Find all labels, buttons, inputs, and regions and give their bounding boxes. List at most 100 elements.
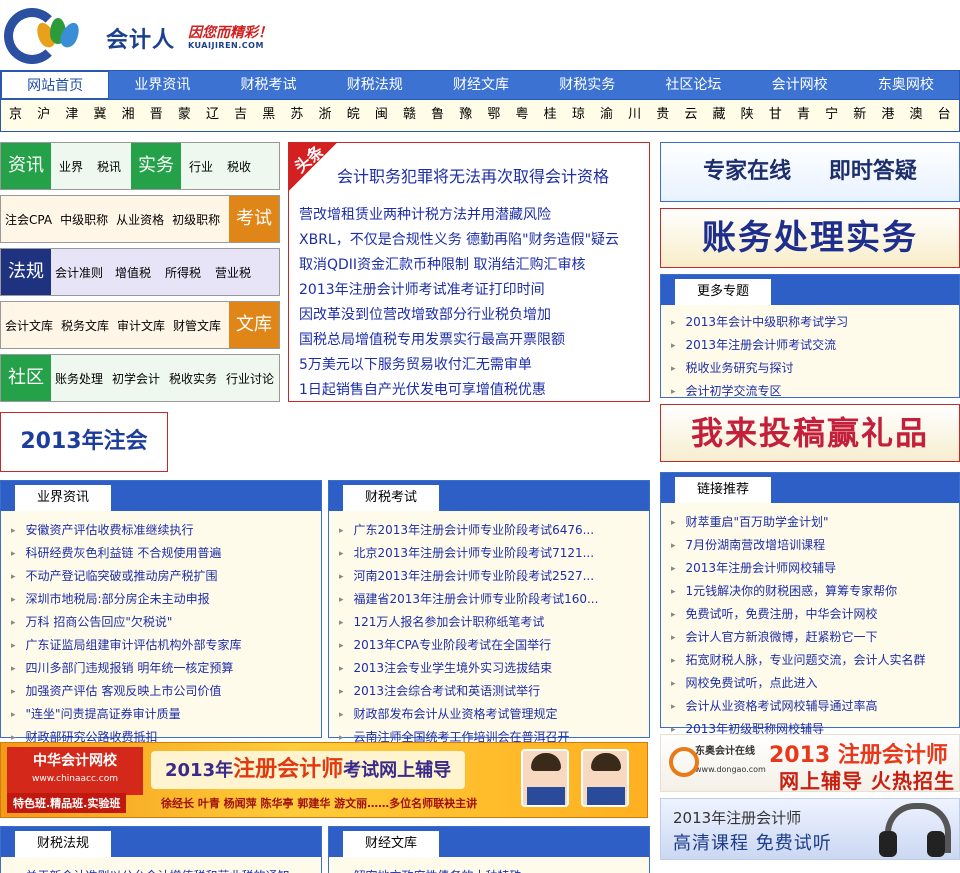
category-head-law[interactable]: 法规 [1,249,51,295]
region-link[interactable]: 赣 [403,100,416,131]
region-link[interactable]: 渝 [600,100,613,131]
region-link[interactable]: 闽 [375,100,388,131]
headline-item[interactable]: 1日起销售自产光伏发电可享增值税优惠 [299,378,619,403]
exam-item[interactable]: 河南2013年注册会计师专业阶段考试2527... [339,565,649,588]
category-link[interactable]: 税收实务 [169,370,217,387]
tax-law-title[interactable]: 财税法规 [15,831,112,857]
exam-item[interactable]: 2013年CPA专业阶段考试在全国举行 [339,634,649,657]
nav-tax-exam[interactable]: 财税考试 [215,71,321,99]
link-item[interactable]: 财萃重启"百万助学金计划" [671,511,959,534]
news-item[interactable]: 广东证监局组建审计评估机构外部专家库 [11,634,321,657]
region-link[interactable]: 新 [853,100,866,131]
headline-item[interactable]: 因改革没到位营改增致部分行业税负增加 [299,303,619,328]
category-link[interactable]: 初学会计 [112,370,160,387]
region-link[interactable]: 浙 [319,100,332,131]
topic-item[interactable]: 2013年注册会计师考试交流 [671,334,959,357]
region-link[interactable]: 沪 [37,100,50,131]
nav-forum[interactable]: 社区论坛 [640,71,746,99]
accounting-practice-banner[interactable]: 账务处理实务 [660,208,960,268]
link-item[interactable]: 免费试听，免费注册，中华会计网校 [671,603,959,626]
category-link[interactable]: 会计准则 [55,264,103,281]
cpa-2013-banner[interactable]: 2013年注会 [0,412,168,472]
category-link[interactable]: 行业 [189,158,213,175]
category-link[interactable]: 税讯 [97,158,121,175]
industry-news-title[interactable]: 业界资讯 [15,485,112,511]
link-item[interactable]: 会计人官方新浪微博，赶紧粉它一下 [671,626,959,649]
category-link[interactable]: 中级职称 [60,211,108,228]
region-link[interactable]: 皖 [347,100,360,131]
region-link[interactable]: 台 [938,100,951,131]
region-link[interactable]: 藏 [713,100,726,131]
category-link[interactable]: 税收 [227,158,251,175]
exam-item[interactable]: 北京2013年注册会计师专业阶段考试7121... [339,542,649,565]
region-link[interactable]: 桂 [544,100,557,131]
news-item[interactable]: 科研经费灰色利益链 不合规使用普遍 [11,542,321,565]
link-item[interactable]: 1元钱解决你的财税困惑，算筹专家帮你 [671,580,959,603]
headline-item[interactable]: 取消QDII资金汇款币种限制 取消结汇购汇审核 [299,253,619,278]
link-item[interactable]: 7月份湖南营改增培训课程 [671,534,959,557]
region-link[interactable]: 津 [65,100,78,131]
topic-item[interactable]: 税收业务研究与探讨 [671,357,959,380]
nav-dongao-school[interactable]: 东奥网校 [853,71,959,99]
library-item[interactable]: 解密地方政府性债务的十种特殊 [339,865,649,873]
category-head-news[interactable]: 资讯 [1,143,51,189]
region-link[interactable]: 宁 [825,100,838,131]
topic-item[interactable]: 2013年会计中级职称考试学习 [671,311,959,334]
category-link[interactable]: 注会CPA [5,211,52,228]
exam-item[interactable]: 2013注会综合考试和英语测试举行 [339,680,649,703]
category-link[interactable]: 初级职称 [172,211,220,228]
region-link[interactable]: 港 [881,100,894,131]
category-head-practice[interactable]: 实务 [131,143,182,189]
region-link[interactable]: 湘 [122,100,135,131]
news-item[interactable]: 加强资产评估 客观反映上市公司价值 [11,680,321,703]
category-head-exam[interactable]: 考试 [229,196,279,242]
region-link[interactable]: 京 [9,100,22,131]
headline-title[interactable]: 会计职务犯罪将无法再次取得会计资格 [337,163,609,187]
category-link[interactable]: 从业资格 [116,211,164,228]
region-link[interactable]: 贵 [656,100,669,131]
news-item[interactable]: 万科 招商公告回应"欠税说" [11,611,321,634]
news-item[interactable]: "连坐"问责提高证券审计质量 [11,703,321,726]
headline-item[interactable]: 2013年注册会计师考试准考证打印时间 [299,278,619,303]
exam-item[interactable]: 2013注会专业学生境外实习选拔结束 [339,657,649,680]
link-item[interactable]: 网校免费试听，点此进入 [671,672,959,695]
category-link[interactable]: 增值税 [115,264,151,281]
region-link[interactable]: 冀 [93,100,106,131]
news-item[interactable]: 不动产登记临突破或推动房产税扩围 [11,565,321,588]
region-link[interactable]: 苏 [290,100,303,131]
link-item[interactable]: 拓宽财税人脉，专业问题交流，会计人实名群 [671,649,959,672]
region-link[interactable]: 辽 [206,100,219,131]
region-link[interactable]: 澳 [910,100,923,131]
topic-item[interactable]: 会计初学交流专区 [671,380,959,403]
region-link[interactable]: 粤 [516,100,529,131]
chinaacc-ad-banner[interactable]: 中华会计网校 www.chinaacc.com 2013年注册会计师考试网上辅导… [0,742,648,818]
category-head-community[interactable]: 社区 [1,355,51,401]
headline-item[interactable]: 营改增租赁业两种计税方法并用潜藏风险 [299,203,619,228]
category-head-library[interactable]: 文库 [229,302,279,348]
expert-online-banner[interactable]: 专家在线 即时答疑 [660,142,960,202]
headline-item[interactable]: XBRL，不仅是合规性义务 德勤再陷"财务造假"疑云 [299,228,619,253]
category-link[interactable]: 所得税 [165,264,201,281]
link-item[interactable]: 会计从业资格考试网校辅导通过率高 [671,695,959,718]
exam-item[interactable]: 广东2013年注册会计师专业阶段考试6476... [339,519,649,542]
law-item[interactable]: 关于新会计准则以公允会计增值税和营业税的通知 [11,865,321,873]
category-link[interactable]: 会计文库 [5,317,53,334]
region-link[interactable]: 云 [684,100,697,131]
region-link[interactable]: 鄂 [487,100,500,131]
region-link[interactable]: 晋 [150,100,163,131]
nav-accounting-school[interactable]: 会计网校 [747,71,853,99]
nav-industry-news[interactable]: 业界资讯 [109,71,215,99]
region-link[interactable]: 陕 [741,100,754,131]
nav-tax-practice[interactable]: 财税实务 [534,71,640,99]
tax-exam-title[interactable]: 财税考试 [343,485,440,511]
region-link[interactable]: 豫 [459,100,472,131]
region-link[interactable]: 黑 [262,100,275,131]
category-link[interactable]: 税务文库 [61,317,109,334]
nav-tax-law[interactable]: 财税法规 [322,71,428,99]
hd-course-ad-banner[interactable]: 2013年注册会计师 高清课程 免费试听 [660,798,960,860]
category-link[interactable]: 账务处理 [55,370,103,387]
exam-item[interactable]: 财政部发布会计从业资格考试管理规定 [339,703,649,726]
news-item[interactable]: 四川多部门违规报销 明年统一核定预算 [11,657,321,680]
news-item[interactable]: 安徽资产评估收费标准继续执行 [11,519,321,542]
region-link[interactable]: 甘 [769,100,782,131]
